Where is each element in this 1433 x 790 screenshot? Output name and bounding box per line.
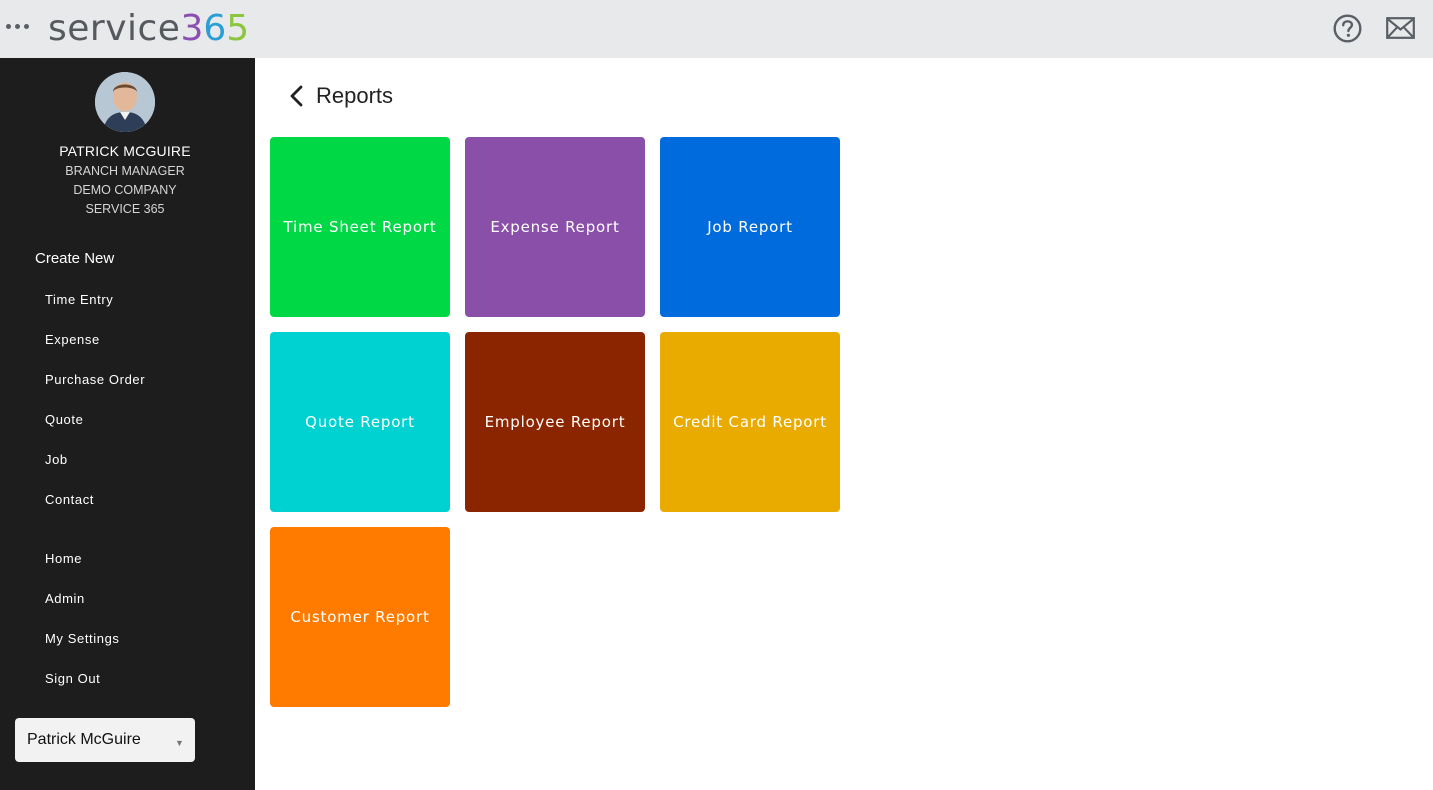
profile-company: DEMO COMPANY [73,183,177,197]
sidebar-item-sign-out[interactable]: Sign Out [45,671,100,686]
create-new-heading: Create New [35,250,115,267]
sidebar-item-job[interactable]: Job [45,452,68,467]
top-bar: service 3 6 5 [0,0,1433,58]
tile-label: Customer Report [290,608,430,626]
sidebar-item-my-settings[interactable]: My Settings [45,631,120,646]
logo-digit-6: 6 [203,8,227,49]
back-chevron-icon[interactable] [288,85,306,107]
user-select-value: Patrick McGuire [27,731,141,748]
quote-report-tile[interactable]: Quote Report [270,332,450,512]
employee-report-tile[interactable]: Employee Report [465,332,645,512]
service365-logo[interactable]: service 3 6 5 [48,6,249,52]
sidebar: PATRICK MCGUIRE BRANCH MANAGER DEMO COMP… [0,58,255,790]
logo-digit-5: 5 [226,8,250,49]
avatar[interactable] [95,72,155,132]
tile-label: Expense Report [490,218,620,236]
user-select[interactable]: Patrick McGuire ▼ [15,718,195,762]
sidebar-item-quote[interactable]: Quote [45,412,83,427]
tile-label: Time Sheet Report [283,218,437,236]
tile-label: Job Report [707,218,793,236]
profile-org: SERVICE 365 [85,202,165,216]
time-sheet-report-tile[interactable]: Time Sheet Report [270,137,450,317]
credit-card-report-tile[interactable]: Credit Card Report [660,332,840,512]
sidebar-item-contact[interactable]: Contact [45,492,94,507]
tile-label: Quote Report [305,413,415,431]
mail-icon[interactable] [1386,17,1415,39]
job-report-tile[interactable]: Job Report [660,137,840,317]
logo-word: service [48,8,181,49]
tile-label: Credit Card Report [673,413,827,431]
profile-role: BRANCH MANAGER [65,164,185,178]
sidebar-item-time-entry[interactable]: Time Entry [45,292,113,307]
page-title: Reports [316,83,394,108]
menu-dots-icon[interactable] [6,21,34,31]
tile-label: Employee Report [484,413,626,431]
expense-report-tile[interactable]: Expense Report [465,137,645,317]
profile-name: PATRICK MCGUIRE [59,143,191,159]
logo-digit-3: 3 [180,8,204,49]
help-icon[interactable] [1333,14,1362,43]
chevron-down-icon: ▼ [175,738,184,748]
customer-report-tile[interactable]: Customer Report [270,527,450,707]
sidebar-item-expense[interactable]: Expense [45,332,100,347]
sidebar-item-purchase-order[interactable]: Purchase Order [45,372,145,387]
sidebar-item-home[interactable]: Home [45,551,82,566]
sidebar-item-admin[interactable]: Admin [45,591,85,606]
